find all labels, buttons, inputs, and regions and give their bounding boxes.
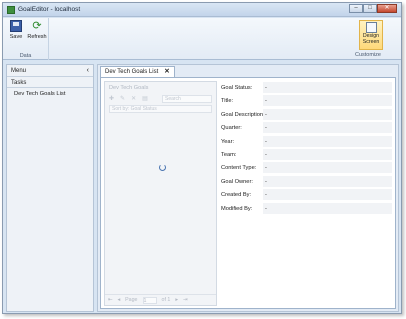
- refresh-button[interactable]: ⟳ Refresh: [27, 20, 47, 48]
- add-icon[interactable]: ✚: [109, 95, 114, 102]
- detail-value: -: [263, 148, 392, 160]
- save-button[interactable]: Save: [6, 20, 26, 48]
- detail-value: -: [263, 175, 392, 187]
- sort-selector[interactable]: Sort by: Goal Status: [109, 105, 212, 113]
- app-icon: [7, 6, 15, 14]
- first-page-icon[interactable]: ⇤: [108, 297, 112, 303]
- tab-dev-tech-goals-list[interactable]: Dev Tech Goals List ✕: [100, 66, 175, 77]
- detail-row: Goal Owner: -: [219, 175, 394, 189]
- edit-icon[interactable]: ✎: [120, 95, 125, 102]
- detail-value: -: [263, 82, 392, 93]
- detail-value: -: [263, 189, 392, 201]
- goals-list-pane: Dev Tech Goals ✚ ✎ ✕ ▤ Search Sort by: G…: [104, 81, 217, 306]
- refresh-label: Refresh: [27, 34, 47, 40]
- save-label: Save: [9, 34, 23, 40]
- close-window-button[interactable]: ✕: [377, 4, 397, 13]
- collapse-menu-icon[interactable]: ‹: [87, 67, 89, 74]
- title-bar: GoalEditor - localhost – □ ✕: [3, 3, 401, 17]
- page-count-label: of 1: [161, 297, 171, 303]
- pager: ⇤ ◂ Page 1 of 1 ▸ ⇥: [105, 294, 216, 305]
- delete-icon[interactable]: ✕: [131, 95, 136, 102]
- refresh-icon: ⟳: [32, 20, 42, 32]
- detail-label: Goal Owner:: [221, 178, 253, 185]
- window-title: GoalEditor - localhost: [18, 6, 81, 13]
- content-area: Dev Tech Goals List ✕ Dev Tech Goals ✚ ✎…: [97, 64, 399, 312]
- detail-row: Modified By: -: [219, 202, 394, 215]
- loading-spinner-icon: [159, 164, 166, 171]
- save-icon: [10, 20, 22, 32]
- data-group: Save ⟳ Refresh Data: [3, 18, 49, 60]
- detail-label: Quarter:: [221, 125, 242, 132]
- detail-label: Modified By:: [221, 205, 253, 212]
- minimize-button[interactable]: –: [349, 4, 363, 13]
- ribbon: Save ⟳ Refresh Data Design Screen Custom…: [3, 18, 401, 60]
- app-window: GoalEditor - localhost – □ ✕ Save ⟳ Refr…: [2, 2, 402, 314]
- previous-page-icon[interactable]: ◂: [117, 297, 120, 303]
- navigation-menu: Menu ‹ Tasks Dev Tech Goals List: [6, 64, 94, 312]
- export-icon[interactable]: ▤: [142, 95, 148, 102]
- detail-label: Goal Description:: [221, 111, 265, 118]
- window-controls: – □ ✕: [349, 4, 397, 13]
- details-pane: Goal Status: - Title: - Goal Description: -…: [219, 81, 394, 215]
- page-label: Page: [125, 297, 138, 303]
- maximize-button[interactable]: □: [363, 4, 377, 13]
- design-screen-label: Design Screen: [362, 33, 380, 45]
- detail-row: Team: -: [219, 148, 394, 162]
- tasks-section-header[interactable]: Tasks: [7, 77, 93, 88]
- close-tab-icon[interactable]: ✕: [164, 68, 169, 75]
- detail-value: -: [263, 162, 392, 174]
- detail-label: Goal Status:: [221, 85, 253, 91]
- detail-value: -: [263, 95, 392, 107]
- detail-row: Year: -: [219, 135, 394, 148]
- search-input[interactable]: Search: [162, 95, 212, 103]
- detail-value: -: [263, 122, 392, 134]
- detail-label: Team:: [221, 151, 237, 158]
- detail-label: Year:: [221, 138, 235, 145]
- detail-label: Title:: [221, 98, 234, 105]
- detail-value: -: [263, 135, 392, 147]
- detail-label: Created By:: [221, 192, 252, 199]
- customize-group-label: Customize: [355, 52, 381, 58]
- list-title: Dev Tech Goals: [109, 85, 149, 91]
- design-screen-icon: [365, 22, 377, 33]
- detail-row: Goal Status: -: [219, 81, 394, 95]
- menu-title: Menu: [11, 68, 27, 74]
- detail-row: Quarter: -: [219, 121, 394, 135]
- tab-label: Dev Tech Goals List: [105, 69, 159, 75]
- list-toolbar: ✚ ✎ ✕ ▤ Search: [105, 93, 216, 104]
- detail-label: Content Type:: [221, 165, 257, 172]
- design-screen-button[interactable]: Design Screen: [359, 20, 383, 50]
- menu-header: Menu ‹: [7, 65, 93, 77]
- next-page-icon[interactable]: ▸: [175, 297, 178, 303]
- detail-row: Content Type: -: [219, 161, 394, 175]
- detail-row: Title: -: [219, 94, 394, 108]
- tab-body: Dev Tech Goals ✚ ✎ ✕ ▤ Search Sort by: G…: [100, 77, 396, 309]
- last-page-icon[interactable]: ⇥: [183, 297, 187, 303]
- page-number-input[interactable]: 1: [142, 296, 157, 304]
- detail-row: Goal Description: -: [219, 108, 394, 122]
- detail-value: -: [263, 108, 392, 120]
- data-group-label: Data: [19, 53, 32, 59]
- detail-row: Created By: -: [219, 188, 394, 202]
- detail-value: -: [263, 202, 392, 214]
- menu-item-dev-tech-goals-list[interactable]: Dev Tech Goals List: [7, 88, 93, 100]
